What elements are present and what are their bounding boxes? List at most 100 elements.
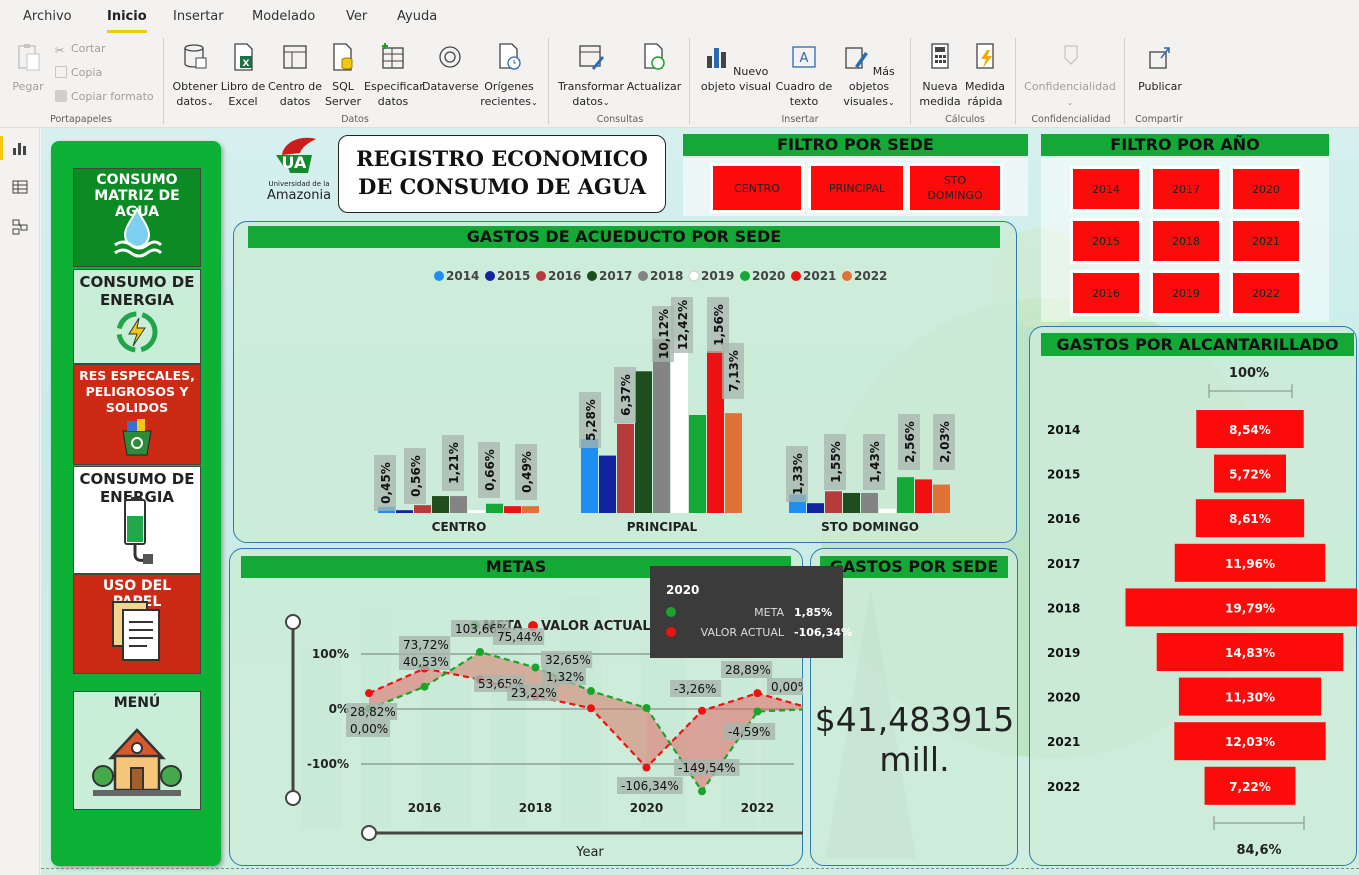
calculator-icon xyxy=(931,43,949,69)
filter-sede-centro[interactable]: CENTRO xyxy=(713,166,801,210)
new-measure-button[interactable]: Nueva medida xyxy=(918,42,962,109)
transform-label: Transformar datos xyxy=(558,80,624,108)
tab-inicio[interactable]: Inicio xyxy=(107,9,147,33)
funnel-category-2018: 2018 xyxy=(1047,601,1080,615)
data-label-text: 1,32% xyxy=(546,670,584,684)
filter-year-2017[interactable]: 2017 xyxy=(1153,169,1219,209)
copy-button[interactable]: Copia xyxy=(55,66,102,79)
sql-server-button[interactable]: SQL Server xyxy=(323,42,363,109)
data-label-text: 10,12% xyxy=(657,309,671,359)
data-label-text: 75,44% xyxy=(497,630,543,644)
y-range-slider-handle-bottom[interactable] xyxy=(285,790,301,806)
nav-button-4[interactable]: USO DEL PAPEL xyxy=(73,574,201,674)
text-box-button[interactable]: A Cuadro de texto xyxy=(774,42,834,109)
refresh-button[interactable]: Actualizar xyxy=(626,42,682,94)
format-painter-button[interactable]: Copiar formato xyxy=(55,90,154,103)
cut-button[interactable]: ✂ Cortar xyxy=(55,42,106,57)
table-plus-icon xyxy=(382,43,404,69)
funnel-bottom-label: 84,6% xyxy=(1236,843,1281,858)
tab-archivo[interactable]: Archivo xyxy=(23,9,72,24)
nav-button-0[interactable]: CONSUMO MATRIZ DE AGUA xyxy=(73,168,201,267)
filter-year-2015[interactable]: 2015 xyxy=(1073,221,1139,261)
legend-marker-2016 xyxy=(536,271,546,281)
page-bottom-border xyxy=(41,868,1359,869)
more-visuals-button[interactable]: Más objetos visuales⌄ xyxy=(834,42,904,110)
area-segment xyxy=(757,693,803,712)
table-view-icon[interactable] xyxy=(12,179,28,195)
nav-button-5[interactable]: MENÚ xyxy=(73,691,201,810)
sql-icon xyxy=(333,43,353,71)
report-title-line2: DE CONSUMO DE AGUA xyxy=(358,174,646,199)
legend-marker-2021 xyxy=(791,271,801,281)
tab-ver[interactable]: Ver xyxy=(346,9,367,24)
paste-label: Pegar xyxy=(12,80,44,93)
bar-sto-domingo-2021 xyxy=(915,479,932,513)
datahub-button[interactable]: Centro de datos xyxy=(267,42,323,109)
report-view-icon[interactable] xyxy=(12,140,28,156)
tooltip-title: 2020 xyxy=(666,583,700,597)
paste-button[interactable]: Pegar xyxy=(8,42,48,94)
filter-year-2020[interactable]: 2020 xyxy=(1233,169,1299,209)
filter-year-2019[interactable]: 2019 xyxy=(1153,273,1219,313)
nav-button-3[interactable]: CONSUMO DE ENERGIA xyxy=(73,466,201,574)
data-label-text: 28,89% xyxy=(725,663,771,677)
publish-icon xyxy=(1149,47,1170,69)
filter-year-2018[interactable]: 2018 xyxy=(1153,221,1219,261)
text-box-icon: A xyxy=(792,46,816,68)
point-meta xyxy=(753,707,762,716)
bar-centro-2020 xyxy=(486,503,503,513)
water-icon xyxy=(109,203,165,263)
y-range-slider-handle-top[interactable] xyxy=(285,614,301,630)
new-visual-button[interactable]: Nuevo objeto visual xyxy=(698,42,774,94)
scissors-icon: ✂ xyxy=(55,44,65,57)
tab-insertar[interactable]: Insertar xyxy=(173,9,224,24)
data-label-text: 0,66% xyxy=(483,449,497,491)
enter-data-button[interactable]: Especificar datos xyxy=(364,42,424,109)
excel-button[interactable]: X Libro de Excel xyxy=(219,42,267,109)
data-label-text: -3,26% xyxy=(674,682,716,696)
legend-label-2016: 2016 xyxy=(548,269,581,283)
house-icon xyxy=(89,718,185,806)
bar-sto-domingo-2020 xyxy=(897,477,914,513)
bar-centro-2016 xyxy=(414,505,431,513)
publish-button[interactable]: Publicar xyxy=(1131,42,1189,94)
refresh-label: Actualizar xyxy=(626,80,682,93)
group-label-confidencialidad: Confidencialidad xyxy=(1031,114,1111,125)
recent-sources-button[interactable]: Orígenes recientes⌄ xyxy=(478,42,540,110)
more-visuals-icon xyxy=(845,47,869,69)
data-label-text: 5,28% xyxy=(584,399,598,441)
bar-centro-2017 xyxy=(432,496,449,513)
x-range-slider-handle-left[interactable] xyxy=(361,825,377,841)
data-label: 1,55% xyxy=(824,434,846,490)
filter-year-2016[interactable]: 2016 xyxy=(1073,273,1139,313)
x-axis-label: Year xyxy=(575,845,604,860)
point-meta xyxy=(531,663,540,672)
quick-measure-button[interactable]: Medida rápida xyxy=(962,42,1008,109)
filter-sede-principal[interactable]: PRINCIPAL xyxy=(811,166,903,210)
filter-sede-header: FILTRO POR SEDE xyxy=(683,134,1028,156)
battery-plug-icon xyxy=(115,496,159,570)
filter-sede-sto-domingo[interactable]: STO DOMINGO xyxy=(910,166,1000,210)
filter-year-2014[interactable]: 2014 xyxy=(1073,169,1139,209)
bar-principal-2015 xyxy=(599,455,616,513)
x-tick-2022: 2022 xyxy=(741,801,774,815)
sensitivity-button[interactable]: Confidencialidad ⌄ xyxy=(1022,42,1118,110)
documents-icon xyxy=(107,596,167,670)
filter-year-2021[interactable]: 2021 xyxy=(1233,221,1299,261)
tab-modelado[interactable]: Modelado xyxy=(252,9,315,24)
bar-sto-domingo-2018 xyxy=(861,492,878,513)
nav-button-2[interactable]: RES ESPECALES, PELIGROSOS Y SOLIDOS xyxy=(73,364,201,465)
model-view-icon[interactable] xyxy=(12,219,28,235)
transform-data-button[interactable]: Transformar datos⌄ xyxy=(556,42,626,110)
data-label: 7,13% xyxy=(722,343,744,399)
nav-button-1[interactable]: CONSUMO DE ENERGIA xyxy=(73,269,201,364)
tab-ayuda[interactable]: Ayuda xyxy=(397,9,437,24)
legend-label-2014: 2014 xyxy=(446,269,479,283)
copy-label: Copia xyxy=(71,66,103,79)
funnel-category-2019: 2019 xyxy=(1047,646,1080,660)
group-label-portapapeles: Portapapeles xyxy=(50,114,112,125)
get-data-button[interactable]: Obtener datos⌄ xyxy=(170,42,220,110)
data-label: 0,45% xyxy=(374,455,396,511)
filter-year-2022[interactable]: 2022 xyxy=(1233,273,1299,313)
dataverse-button[interactable]: Dataverse xyxy=(422,42,479,94)
